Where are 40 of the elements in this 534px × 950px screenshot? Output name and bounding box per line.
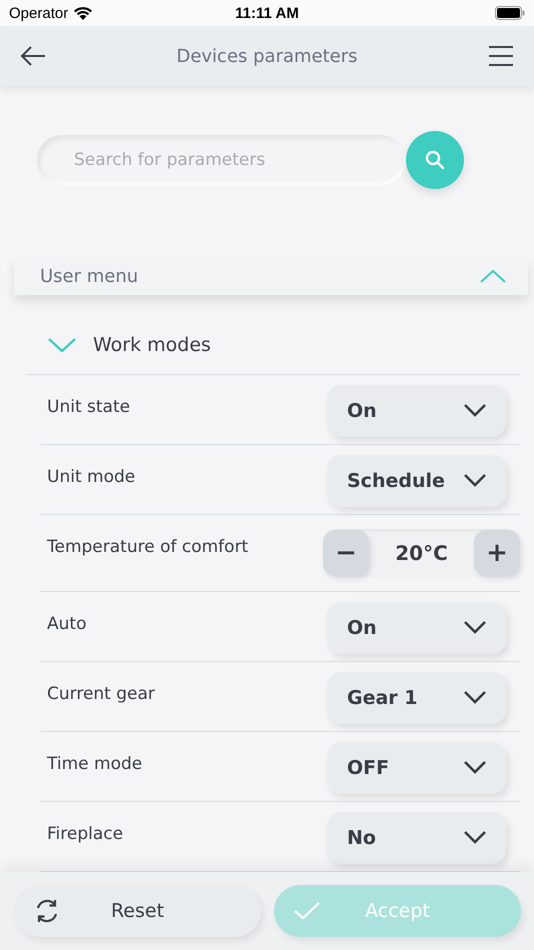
chevron-icon [464,474,486,487]
parameter-label: Temperature of comfort [47,537,248,557]
reset-button[interactable]: Reset [14,885,261,937]
search-field[interactable]: Search for parameters [37,135,406,185]
parameter-label: Unit state [47,397,130,417]
wifi-icon [73,6,94,20]
increase-button[interactable]: + [474,530,520,576]
parameter-label: Fireplace [47,824,124,844]
search-icon [425,150,445,170]
chevron-icon [464,691,486,704]
clock-time: 11:11 AM [235,4,299,22]
dropdown[interactable]: No [327,812,506,864]
dropdown[interactable]: Schedule [327,454,506,506]
chevron-icon [464,831,486,844]
section-title: User menu [40,266,138,287]
parameter-label: Auto [47,614,86,634]
battery-icon [495,6,525,20]
dropdown[interactable]: On [327,602,506,654]
group-title: Work modes [93,334,211,356]
dropdown[interactable]: Gear 1 [327,672,506,724]
chevron-icon [464,404,486,417]
decrease-button[interactable]: − [323,530,369,576]
dropdown[interactable]: OFF [327,742,506,794]
group-header[interactable]: Work modes [27,294,520,375]
dropdown[interactable]: On [327,384,506,436]
carrier-name: Operator [9,4,68,22]
back-arrow-icon[interactable] [20,46,46,66]
chevron-icon [464,621,486,634]
parameter-label: Current gear [47,684,155,704]
parameter-label: Time mode [47,754,142,774]
section-header[interactable]: User menu [14,258,528,295]
temperature-value: 20°C [394,541,449,565]
page-title: Devices parameters [176,46,358,66]
chevron-icon [464,761,486,774]
chevron-icon [48,337,76,354]
menu-icon[interactable] [488,45,514,67]
chevron-icon [480,269,506,284]
refresh-icon [34,899,60,923]
parameter-label: Unit mode [47,467,136,487]
checkmark-icon [294,902,320,920]
